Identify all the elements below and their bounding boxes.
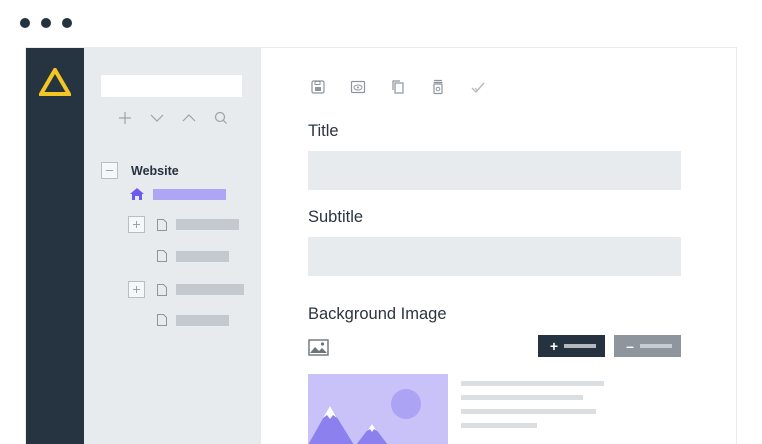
- background-image-preview[interactable]: [308, 374, 448, 444]
- copy-icon[interactable]: [389, 78, 407, 96]
- editor-panel: Title Subtitle Background Image + –: [261, 48, 736, 444]
- plus-icon: [133, 286, 140, 293]
- plus-icon: [133, 221, 140, 228]
- window-dot[interactable]: [62, 18, 72, 28]
- chevron-up-icon[interactable]: [180, 110, 198, 126]
- plus-icon[interactable]: [116, 110, 134, 126]
- minus-icon: [106, 170, 113, 171]
- page-icon: [157, 218, 167, 231]
- preview-icon[interactable]: [349, 78, 367, 96]
- collapse-toggle[interactable]: [101, 162, 118, 179]
- page-icon: [157, 314, 167, 326]
- text-line-placeholder: [461, 395, 583, 400]
- background-image-label: Background Image: [308, 305, 447, 323]
- tree-root-label: Website: [131, 163, 179, 178]
- search-icon[interactable]: [212, 110, 230, 126]
- add-image-button[interactable]: +: [538, 335, 605, 357]
- button-label-placeholder: [640, 344, 672, 348]
- tree-item-home[interactable]: [129, 187, 226, 201]
- subtitle-label: Subtitle: [308, 208, 364, 226]
- page-tree-panel: Website: [84, 48, 261, 444]
- chevron-down-icon[interactable]: [148, 110, 166, 126]
- title-label: Title: [308, 122, 339, 140]
- add-sign: +: [549, 338, 559, 354]
- tree-item-page[interactable]: [128, 281, 244, 298]
- delete-icon[interactable]: [429, 78, 447, 96]
- tree-item-label-placeholder: [153, 188, 226, 200]
- remove-image-button[interactable]: –: [614, 335, 681, 357]
- tree-toolbar: [116, 110, 230, 126]
- expand-toggle[interactable]: [128, 281, 145, 298]
- tree-item-page[interactable]: [128, 216, 239, 233]
- window-controls: [20, 18, 72, 28]
- page-icon: [157, 283, 167, 296]
- tree-item-label-placeholder: [176, 284, 244, 295]
- text-line-placeholder: [461, 409, 596, 414]
- window-dot[interactable]: [20, 18, 30, 28]
- page-icon: [157, 250, 167, 262]
- home-icon: [130, 188, 144, 200]
- tree-item-label-placeholder: [176, 219, 239, 230]
- tree-item-page[interactable]: [156, 313, 229, 327]
- tree-item-label-placeholder: [176, 250, 229, 262]
- tree-root-website[interactable]: Website: [101, 162, 179, 179]
- app-window: Website Title Subtitle Background Image …: [25, 47, 737, 444]
- side-rail: [26, 48, 84, 444]
- editor-toolbar: [309, 78, 487, 96]
- expand-toggle[interactable]: [128, 216, 145, 233]
- text-line-placeholder: [461, 423, 537, 428]
- button-label-placeholder: [564, 344, 596, 348]
- title-input[interactable]: [308, 151, 681, 190]
- subtitle-input[interactable]: [308, 237, 681, 276]
- tree-item-label-placeholder: [176, 314, 229, 326]
- save-icon[interactable]: [309, 78, 327, 96]
- window-dot[interactable]: [41, 18, 51, 28]
- tree-item-page[interactable]: [156, 249, 229, 263]
- text-line-placeholder: [461, 381, 604, 386]
- image-description-placeholder: [461, 381, 604, 437]
- publish-check-icon[interactable]: [469, 78, 487, 96]
- triangle-logo-icon[interactable]: [39, 68, 71, 96]
- tree-search-input[interactable]: [101, 75, 242, 97]
- image-icon[interactable]: [308, 339, 329, 356]
- remove-sign: –: [626, 338, 634, 354]
